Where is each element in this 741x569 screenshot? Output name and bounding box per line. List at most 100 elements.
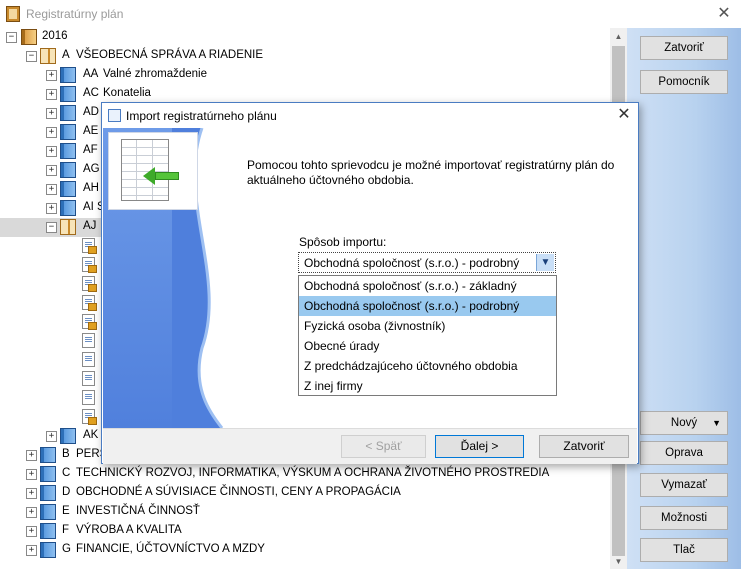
expand-toggle-icon[interactable]: + — [26, 450, 37, 461]
expand-toggle-icon[interactable]: + — [26, 488, 37, 499]
tree-node-section[interactable]: + C TECHNICKÝ ROZVOJ, INFORMATIKA, VÝSKU… — [0, 465, 610, 484]
tree-node-code: F — [62, 524, 70, 536]
locked-document-icon — [82, 257, 97, 273]
tree-node-label: VŠEOBECNÁ SPRÁVA A RIADENIE — [76, 49, 264, 61]
import-method-combobox[interactable]: Obchodná spoločnosť (s.r.o.) - podrobný … — [298, 252, 556, 273]
import-method-dropdown-list: Obchodná spoločnosť (s.r.o.) - základný … — [298, 275, 557, 396]
options-button[interactable]: Možnosti — [640, 506, 728, 530]
import-arrow-icon — [143, 167, 155, 185]
print-button[interactable]: Tlač — [640, 538, 728, 562]
close-button[interactable]: Zatvoriť — [640, 36, 728, 60]
tree-node-code: AH — [83, 182, 99, 194]
book-icon — [40, 523, 56, 539]
expand-toggle-icon[interactable]: + — [46, 184, 57, 195]
dropdown-option[interactable]: Fyzická osoba (živnostník) — [299, 316, 556, 336]
locked-document-icon — [82, 314, 97, 330]
next-button[interactable]: Ďalej > — [435, 435, 524, 458]
book-icon — [40, 447, 56, 463]
dropdown-option-highlighted[interactable]: Obchodná spoločnosť (s.r.o.) - podrobný — [299, 296, 556, 316]
tree-node-label: Konatelia — [103, 87, 151, 99]
locked-document-icon — [82, 276, 97, 292]
tree-node-code: AD — [83, 106, 99, 118]
tree-node-code: AJ — [83, 220, 97, 232]
tree-node-section-a[interactable]: − A VŠEOBECNÁ SPRÁVA A RIADENIE — [0, 47, 610, 66]
book-icon — [60, 181, 76, 197]
expand-toggle-icon[interactable]: + — [46, 108, 57, 119]
expand-toggle-icon[interactable]: + — [46, 203, 57, 214]
book-icon — [60, 86, 76, 102]
book-icon — [40, 466, 56, 482]
book-icon — [60, 162, 76, 178]
tree-node-label: 2016 — [42, 30, 68, 42]
tree-node-code: AC — [83, 87, 99, 99]
dialog-close-icon[interactable]: ✕ — [614, 105, 634, 125]
chevron-down-icon[interactable]: ▼ — [536, 254, 554, 271]
expand-toggle-icon[interactable]: + — [26, 469, 37, 480]
import-sheet-image — [108, 132, 198, 210]
expand-toggle-icon[interactable]: + — [46, 70, 57, 81]
tree-node-section[interactable]: + F VÝROBA A KVALITA — [0, 522, 610, 541]
import-arrow-shaft — [155, 172, 179, 180]
wizard-intro-text: Pomocou tohto sprievodcu je možné import… — [247, 158, 615, 187]
expand-toggle-icon[interactable]: + — [46, 165, 57, 176]
dialog-title: Import registratúrneho plánu — [126, 109, 277, 123]
dialog-titlebar: Import registratúrneho plánu ✕ — [102, 103, 638, 128]
tree-node-code: E — [62, 505, 70, 517]
dropdown-option[interactable]: Obecné úrady — [299, 336, 556, 356]
dropdown-option[interactable]: Z inej firmy — [299, 376, 556, 396]
tree-node-code: AA — [83, 68, 99, 80]
tree-node-code: AI — [83, 201, 94, 213]
window-close-icon[interactable]: ✕ — [714, 4, 734, 24]
tree-node-section[interactable]: + G FINANCIE, ÚČTOVNÍCTVO A MZDY — [0, 541, 610, 560]
new-button[interactable]: Nový ▼ — [640, 411, 728, 435]
locked-document-icon — [82, 409, 97, 425]
document-icon — [82, 390, 95, 405]
document-icon — [82, 352, 95, 367]
back-button[interactable]: < Späť — [341, 435, 426, 458]
expand-toggle-icon[interactable]: + — [46, 431, 57, 442]
new-button-label: Nový — [670, 417, 698, 429]
delete-button[interactable]: Vymazať — [640, 473, 728, 497]
combobox-value: Obchodná spoločnosť (s.r.o.) - podrobný — [304, 256, 520, 270]
open-book-icon — [60, 219, 76, 235]
expand-toggle-icon[interactable]: + — [46, 89, 57, 100]
expand-toggle-icon[interactable]: + — [26, 526, 37, 537]
tree-node-label: INVESTIČNÁ ČINNOSŤ — [76, 505, 200, 517]
collapse-toggle-icon[interactable]: − — [46, 222, 57, 233]
locked-document-icon — [82, 238, 97, 254]
book-icon — [60, 67, 76, 83]
tree-node-section[interactable]: + D OBCHODNÉ A SÚVISIACE ČINNOSTI, CENY … — [0, 484, 610, 503]
dialog-app-icon — [108, 109, 121, 122]
tree-node-section[interactable]: + E INVESTIČNÁ ČINNOSŤ — [0, 503, 610, 522]
scroll-down-icon[interactable]: ▼ — [610, 554, 627, 569]
collapse-toggle-icon[interactable]: − — [6, 32, 17, 43]
dialog-close-button[interactable]: Zatvoriť — [539, 435, 629, 458]
book-icon — [60, 143, 76, 159]
dropdown-option[interactable]: Z predchádzajúceho účtovného obdobia — [299, 356, 556, 376]
import-method-label: Spôsob importu: — [299, 235, 387, 249]
tree-node-code: C — [62, 467, 71, 479]
collapse-toggle-icon[interactable]: − — [26, 51, 37, 62]
expand-toggle-icon[interactable]: + — [46, 146, 57, 157]
tree-node-label: OBCHODNÉ A SÚVISIACE ČINNOSTI, CENY A PR… — [76, 486, 401, 498]
edit-button[interactable]: Oprava — [640, 441, 728, 465]
document-icon — [82, 371, 95, 386]
tree-node[interactable]: + AA Valné zhromaždenie — [0, 66, 610, 85]
import-dialog: Import registratúrneho plánu ✕ Pomocou t… — [101, 102, 639, 464]
expand-toggle-icon[interactable]: + — [26, 545, 37, 556]
expand-toggle-icon[interactable]: + — [46, 127, 57, 138]
tree-node-label: TECHNICKÝ ROZVOJ, INFORMATIKA, VÝSKUM A … — [76, 467, 550, 479]
book-icon — [21, 29, 37, 45]
expand-toggle-icon[interactable]: + — [26, 507, 37, 518]
app-book-icon — [6, 6, 20, 22]
tree-node-root[interactable]: − 2016 — [0, 28, 610, 47]
tree-node-code: G — [62, 543, 71, 555]
scroll-up-icon[interactable]: ▲ — [610, 28, 627, 45]
open-book-icon — [40, 48, 56, 64]
tree-node-code: D — [62, 486, 71, 498]
dropdown-option[interactable]: Obchodná spoločnosť (s.r.o.) - základný — [299, 276, 556, 296]
tree-node-code: AK — [83, 429, 99, 441]
help-button[interactable]: Pomocník — [640, 70, 728, 94]
book-icon — [60, 124, 76, 140]
tree-node-code: A — [62, 49, 70, 61]
